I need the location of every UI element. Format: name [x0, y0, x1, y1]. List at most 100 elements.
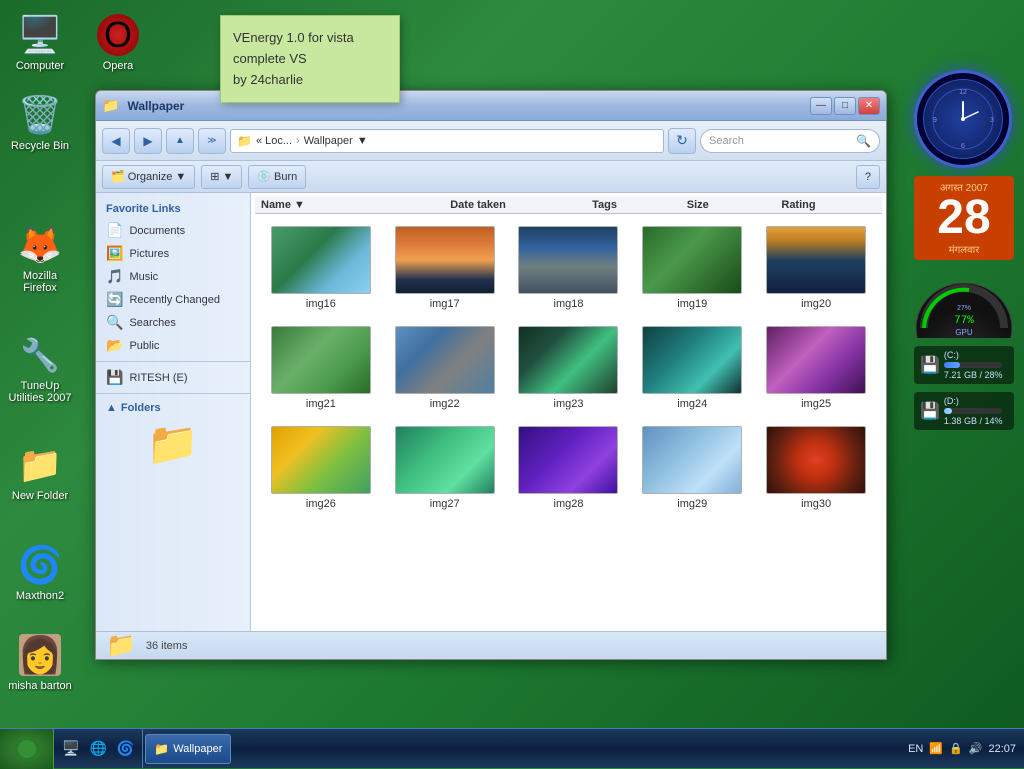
- svg-text:9: 9: [933, 117, 937, 124]
- desktop-icon-tuneup[interactable]: 🔧 TuneUp Utilities 2007: [4, 330, 76, 408]
- command-toolbar: 🗂️ Organize ▼ ⊞ ▼ 💿 Burn ?: [96, 161, 886, 193]
- clock-widget: 12 3 6 9: [914, 70, 1012, 168]
- calendar-widget: अगस्त 2007 28 मंगलवार: [914, 176, 1014, 260]
- widget-panel: 12 3 6 9 अगस्त 2007 28 मंगलवार: [914, 70, 1014, 430]
- recently-changed-icon: 🔄: [106, 291, 123, 308]
- thumb-item-img22[interactable]: img22: [387, 322, 503, 414]
- thumb-label-img19: img19: [677, 298, 707, 310]
- tray-network[interactable]: 📶: [929, 742, 943, 755]
- address-bar[interactable]: 📁 « Loc... › Wallpaper ▼: [230, 129, 664, 153]
- sidebar: Favorite Links 📄 Documents 🖼️ Pictures 🎵…: [96, 193, 251, 631]
- close-button[interactable]: ✕: [858, 97, 880, 115]
- thumb-img28: [518, 426, 618, 494]
- col-header-rating[interactable]: Rating: [781, 199, 876, 211]
- tray-security[interactable]: 🔒: [949, 742, 963, 755]
- tray-volume[interactable]: 🔊: [969, 742, 983, 755]
- thumb-img29: [642, 426, 742, 494]
- taskbar-wallpaper-item[interactable]: 📁 Wallpaper: [145, 734, 231, 764]
- desktop-icon-computer[interactable]: 🖥️ Computer: [4, 10, 76, 76]
- col-header-date[interactable]: Date taken: [450, 199, 592, 211]
- start-button[interactable]: [0, 729, 54, 769]
- maximize-button[interactable]: □: [834, 97, 856, 115]
- col-header-size[interactable]: Size: [687, 199, 782, 211]
- sidebar-section-title: Favorite Links: [96, 197, 250, 219]
- thumb-item-img26[interactable]: img26: [263, 422, 379, 514]
- desktop-icon-maxthon[interactable]: 🌀 Maxthon2: [4, 540, 76, 606]
- svg-text:6: 6: [961, 143, 965, 150]
- desktop-icon-firefox[interactable]: 🦊 Mozilla Firefox: [4, 220, 76, 298]
- address-path: Wallpaper: [304, 135, 353, 147]
- thumb-item-img21[interactable]: img21: [263, 322, 379, 414]
- folder-big-icon: 📁: [147, 420, 199, 467]
- thumb-item-img20[interactable]: img20: [758, 222, 874, 314]
- desktop-icon-recycle[interactable]: 🗑️ Recycle Bin: [4, 90, 76, 156]
- sidebar-item-documents[interactable]: 📄 Documents: [96, 219, 250, 242]
- thumb-img17: [395, 226, 495, 294]
- sticky-line1: VEnergy 1.0 for vista: [233, 28, 387, 49]
- minimize-button[interactable]: —: [810, 97, 832, 115]
- thumb-label-img28: img28: [554, 498, 584, 510]
- sticky-note: VEnergy 1.0 for vista complete VS by 24c…: [220, 15, 400, 103]
- sidebar-item-searches[interactable]: 🔍 Searches: [96, 311, 250, 334]
- organize-button[interactable]: 🗂️ Organize ▼: [102, 165, 195, 189]
- desktop-icon-opera[interactable]: O Opera: [82, 10, 154, 76]
- sidebar-item-recently-changed[interactable]: 🔄 Recently Changed: [96, 288, 250, 311]
- sticky-line2: complete VS: [233, 49, 387, 70]
- drive-d-widget: 💾 (D:) 1.38 GB / 14%: [914, 392, 1014, 430]
- sidebar-label-recently-changed: Recently Changed: [129, 294, 220, 306]
- desktop-icon-newfolder[interactable]: 📁 New Folder: [4, 440, 76, 506]
- sidebar-item-ritesh[interactable]: 💾 RITESH (E): [96, 366, 250, 389]
- search-bar[interactable]: Search 🔍: [700, 129, 880, 153]
- thumb-item-img19[interactable]: img19: [634, 222, 750, 314]
- thumb-label-img30: img30: [801, 498, 831, 510]
- sidebar-item-music[interactable]: 🎵 Music: [96, 265, 250, 288]
- refresh-button[interactable]: ↻: [668, 128, 696, 154]
- taskbar-wallpaper-label: Wallpaper: [173, 743, 222, 755]
- public-icon: 📂: [106, 337, 123, 354]
- thumb-item-img16[interactable]: img16: [263, 222, 379, 314]
- thumb-item-img24[interactable]: img24: [634, 322, 750, 414]
- thumb-label-img24: img24: [677, 398, 707, 410]
- sidebar-label-pictures: Pictures: [129, 248, 169, 260]
- quick-maxthon[interactable]: 🌀: [113, 738, 138, 759]
- column-headers: Name ▼ Date taken Tags Size Rating: [255, 197, 882, 214]
- thumb-img20: [766, 226, 866, 294]
- back-button[interactable]: ◀: [102, 128, 130, 154]
- quick-show-desktop[interactable]: 🖥️: [58, 738, 83, 759]
- drive-c-widget: 💾 (C:) 7.21 GB / 28%: [914, 346, 1014, 384]
- content-area: Favorite Links 📄 Documents 🖼️ Pictures 🎵…: [96, 193, 886, 631]
- calendar-day: मंगलवार: [918, 242, 1010, 256]
- views-button[interactable]: ⊞ ▼: [201, 165, 242, 189]
- help-button[interactable]: ?: [856, 165, 880, 189]
- history-button[interactable]: ≫: [198, 128, 226, 154]
- desktop-icon-newfolder-label: New Folder: [12, 490, 68, 502]
- desktop-icon-computer-label: Computer: [16, 60, 64, 72]
- desktop-icon-misha[interactable]: 👩 misha barton: [4, 630, 76, 696]
- up-button[interactable]: ▲: [166, 128, 194, 154]
- forward-button[interactable]: ▶: [134, 128, 162, 154]
- folders-label[interactable]: ▲ Folders: [106, 402, 240, 414]
- music-icon: 🎵: [106, 268, 123, 285]
- thumb-item-img27[interactable]: img27: [387, 422, 503, 514]
- thumb-item-img23[interactable]: img23: [511, 322, 627, 414]
- thumb-item-img29[interactable]: img29: [634, 422, 750, 514]
- sidebar-label-documents: Documents: [129, 225, 185, 237]
- thumb-item-img28[interactable]: img28: [511, 422, 627, 514]
- thumb-item-img30[interactable]: img30: [758, 422, 874, 514]
- burn-button[interactable]: 💿 Burn: [248, 165, 306, 189]
- thumb-item-img17[interactable]: img17: [387, 222, 503, 314]
- file-grid-area[interactable]: Name ▼ Date taken Tags Size Rating img16…: [251, 193, 886, 631]
- sidebar-item-pictures[interactable]: 🖼️ Pictures: [96, 242, 250, 265]
- drive-d-label: (D:): [944, 396, 1003, 406]
- thumb-img30: [766, 426, 866, 494]
- col-header-tags[interactable]: Tags: [592, 199, 687, 211]
- thumb-label-img21: img21: [306, 398, 336, 410]
- col-header-name[interactable]: Name ▼: [261, 199, 450, 211]
- folders-section: ▲ Folders 📁: [96, 398, 250, 479]
- quick-browser[interactable]: 🌐: [85, 738, 110, 759]
- thumb-label-img18: img18: [554, 298, 584, 310]
- thumb-item-img25[interactable]: img25: [758, 322, 874, 414]
- svg-text:12: 12: [959, 89, 967, 96]
- sidebar-item-public[interactable]: 📂 Public: [96, 334, 250, 357]
- thumb-item-img18[interactable]: img18: [511, 222, 627, 314]
